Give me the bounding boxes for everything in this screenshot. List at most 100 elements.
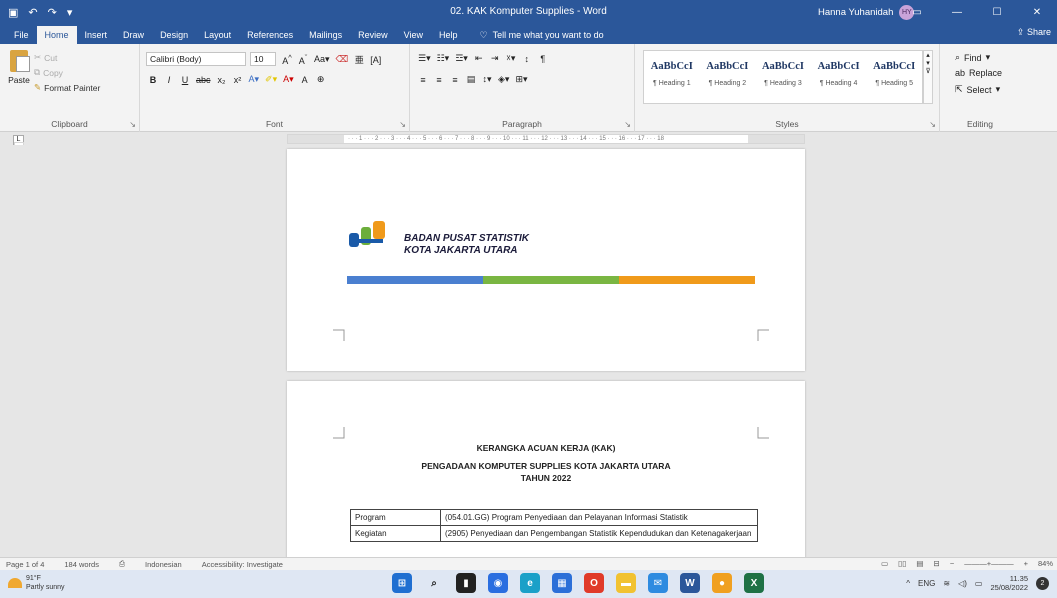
horizontal-ruler[interactable]: · · · 1 · · · 2 · · · 3 · · · 4 · · · 5 … xyxy=(287,134,805,144)
store-icon[interactable]: ▦ xyxy=(552,573,572,593)
tab-view[interactable]: View xyxy=(396,26,431,44)
subscript-icon[interactable]: x₂ xyxy=(217,75,227,85)
dialog-launcher-icon[interactable]: ↘ xyxy=(399,120,406,129)
wifi-icon[interactable]: ≋ xyxy=(943,579,950,588)
mail-icon[interactable]: ✉ xyxy=(648,573,668,593)
copy-button[interactable]: ⧉ Copy xyxy=(34,67,63,78)
tab-home[interactable]: Home xyxy=(36,26,77,44)
increase-indent-icon[interactable]: ⇥ xyxy=(490,53,500,64)
character-border-icon[interactable]: [A] xyxy=(370,55,381,65)
focus-mode-icon[interactable]: ▭ xyxy=(881,559,888,568)
decrease-indent-icon[interactable]: ⇤ xyxy=(474,53,484,64)
strikethrough-icon[interactable]: abc xyxy=(196,75,211,85)
language-status[interactable]: Indonesian xyxy=(139,560,196,569)
word-app-icon[interactable]: W xyxy=(680,573,700,593)
select-button[interactable]: ⇱ Select ▾ xyxy=(955,84,1000,95)
word-count[interactable]: 184 words xyxy=(58,560,113,569)
text-effects-icon[interactable]: A▾ xyxy=(249,74,260,85)
justify-icon[interactable]: ▤ xyxy=(466,74,476,85)
ribbon-display-icon[interactable]: ▭ xyxy=(897,0,937,24)
bold-icon[interactable]: B xyxy=(148,75,158,85)
volume-icon[interactable]: ◁) xyxy=(958,579,967,588)
line-spacing-icon[interactable]: ↕▾ xyxy=(482,74,492,85)
tab-insert[interactable]: Insert xyxy=(77,26,116,44)
search-icon[interactable]: ⌕ xyxy=(424,573,444,593)
sort-icon[interactable]: ↕ xyxy=(522,54,532,64)
file-explorer-icon[interactable]: ▬ xyxy=(616,573,636,593)
table-cell-value[interactable]: (2905) Penyediaan dan Pengembangan Stati… xyxy=(440,525,758,542)
tab-file[interactable]: File xyxy=(6,26,37,44)
input-language[interactable]: ENG xyxy=(918,579,935,588)
zoom-slider[interactable]: ———+——— xyxy=(964,559,1013,568)
table-cell-label[interactable]: Kegiatan xyxy=(350,525,441,542)
pilcrow-icon[interactable]: ¶ xyxy=(538,54,548,64)
zoom-app-icon[interactable]: ◉ xyxy=(488,573,508,593)
borders-icon[interactable]: ⊞▾ xyxy=(515,74,527,85)
battery-icon[interactable]: ▭ xyxy=(975,579,983,588)
document-page[interactable]: BADAN PUSAT STATISTIK KOTA JAKARTA UTARA xyxy=(287,149,805,371)
phonetic-guide-icon[interactable]: 亜 xyxy=(354,53,364,66)
tab-help[interactable]: Help xyxy=(431,26,466,44)
grow-font-icon[interactable]: A^ xyxy=(282,53,292,66)
cut-button[interactable]: ✂ Cut xyxy=(34,52,57,63)
style-heading-3[interactable]: AaBbCcI ¶ Heading 3 xyxy=(755,51,811,103)
office-icon[interactable]: O xyxy=(584,573,604,593)
chevron-up-icon[interactable]: ^ xyxy=(906,579,910,588)
align-left-icon[interactable]: ≡ xyxy=(418,75,428,85)
task-view-icon[interactable]: ▮ xyxy=(456,573,476,593)
bullets-icon[interactable]: ☰▾ xyxy=(418,53,431,64)
shrink-font-icon[interactable]: Aˇ xyxy=(298,53,308,66)
enclose-characters-icon[interactable]: ⊕ xyxy=(316,74,326,85)
character-shading-icon[interactable]: A xyxy=(300,75,310,85)
dialog-launcher-icon[interactable]: ↘ xyxy=(929,120,936,129)
zoom-in-icon[interactable]: + xyxy=(1024,559,1028,568)
font-name-box[interactable]: Calibri (Body) xyxy=(146,52,246,66)
italic-icon[interactable]: I xyxy=(164,75,174,85)
tab-draw[interactable]: Draw xyxy=(115,26,152,44)
accessibility-status[interactable]: Accessibility: Investigate xyxy=(196,560,297,569)
zoom-out-icon[interactable]: − xyxy=(950,559,954,568)
dialog-launcher-icon[interactable]: ↘ xyxy=(624,120,631,129)
font-color-icon[interactable]: A▾ xyxy=(283,74,294,85)
zoom-level[interactable]: 84% xyxy=(1038,559,1053,568)
chrome-icon[interactable]: ● xyxy=(712,573,732,593)
find-button[interactable]: ⌕ Find ▾ xyxy=(955,52,990,63)
superscript-icon[interactable]: x² xyxy=(233,75,243,85)
tab-layout[interactable]: Layout xyxy=(196,26,239,44)
web-layout-icon[interactable]: ⊟ xyxy=(934,559,940,568)
windows-start-icon[interactable]: ⊞ xyxy=(392,573,412,593)
asian-layout-icon[interactable]: ☓▾ xyxy=(506,53,516,64)
clear-formatting-icon[interactable]: ⌫ xyxy=(336,54,349,65)
shading-icon[interactable]: ◈▾ xyxy=(498,74,509,85)
tab-references[interactable]: References xyxy=(239,26,301,44)
document-page[interactable]: KERANGKA ACUAN KERJA (KAK) PENGADAAN KOM… xyxy=(287,381,805,557)
numbering-icon[interactable]: ☷▾ xyxy=(437,53,450,64)
page-count[interactable]: Page 1 of 4 xyxy=(0,560,58,569)
font-size-box[interactable]: 10 xyxy=(250,52,276,66)
format-painter-button[interactable]: ✎ Format Painter xyxy=(34,82,100,93)
table-cell-value[interactable]: (054.01.GG) Program Penyediaan dan Pelay… xyxy=(440,509,758,526)
share-button[interactable]: ⇪ Share xyxy=(1017,27,1051,38)
tab-mailings[interactable]: Mailings xyxy=(301,26,350,44)
dialog-launcher-icon[interactable]: ↘ xyxy=(129,120,136,129)
highlight-icon[interactable]: ✐▾ xyxy=(265,74,277,85)
read-mode-icon[interactable]: ▯▯ xyxy=(898,559,906,568)
print-layout-icon[interactable]: ▤ xyxy=(916,559,923,568)
edge-browser-icon[interactable]: e xyxy=(520,573,540,593)
document-canvas[interactable]: BADAN PUSAT STATISTIK KOTA JAKARTA UTARA… xyxy=(0,145,1057,557)
style-heading-5[interactable]: AaBbCcI ¶ Heading 5 xyxy=(866,51,922,103)
style-heading-2[interactable]: AaBbCcI ¶ Heading 2 xyxy=(700,51,756,103)
maximize-icon[interactable]: ☐ xyxy=(977,0,1017,24)
replace-button[interactable]: ab Replace xyxy=(955,68,1002,78)
tab-review[interactable]: Review xyxy=(350,26,396,44)
excel-app-icon[interactable]: X xyxy=(744,573,764,593)
change-case-icon[interactable]: Aa▾ xyxy=(314,54,330,65)
style-heading-1[interactable]: AaBbCcI ¶ Heading 1 xyxy=(644,51,700,103)
underline-icon[interactable]: U xyxy=(180,75,190,85)
style-heading-4[interactable]: AaBbCcI ¶ Heading 4 xyxy=(811,51,867,103)
close-icon[interactable]: ✕ xyxy=(1017,0,1057,24)
tell-me-search[interactable]: ♡ Tell me what you want to do xyxy=(466,26,604,44)
table-cell-label[interactable]: Program xyxy=(350,509,441,526)
align-right-icon[interactable]: ≡ xyxy=(450,75,460,85)
styles-scroll-buttons[interactable]: ▴ ▾ ⊽ xyxy=(923,50,933,104)
